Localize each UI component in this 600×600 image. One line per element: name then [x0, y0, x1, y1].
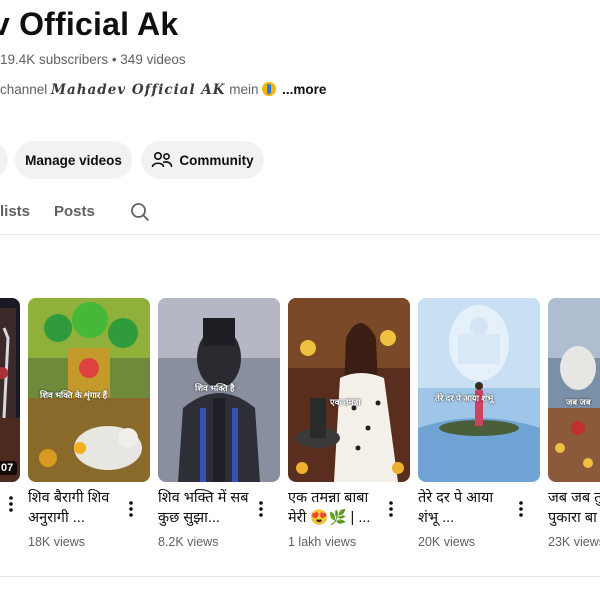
people-icon	[152, 151, 173, 168]
channel-description[interactable]: channel Mahadev Official AK mein ...more	[0, 82, 326, 98]
desc-suffix: mein	[225, 82, 259, 97]
video-views: 23K views	[548, 535, 600, 549]
community-button[interactable]: Community	[141, 141, 264, 179]
thumbnail-overlay-text: शिव भक्ति के शृंगार हैं	[40, 390, 108, 400]
video-views: 1 lakh views	[288, 535, 357, 549]
video-views: 8.2K views	[158, 535, 219, 549]
meta-separator: •	[108, 52, 121, 67]
video-views: 18K views	[28, 535, 85, 549]
manage-videos-button[interactable]: Manage videos	[15, 141, 132, 179]
video-count: 349 videos	[120, 52, 186, 67]
more-vert-icon[interactable]	[518, 500, 524, 518]
video-thumbnail-5[interactable]	[548, 298, 600, 482]
video-title[interactable]: जब जब तु पुकारा बा	[548, 488, 600, 528]
community-label: Community	[179, 152, 254, 168]
video-thumbnail-3[interactable]	[288, 298, 410, 482]
desc-prefix: channel	[0, 82, 52, 97]
search-icon[interactable]	[130, 202, 150, 222]
duration-badge: 07	[0, 461, 18, 475]
more-vert-icon[interactable]	[8, 495, 14, 513]
tab-playlists[interactable]: lists	[0, 203, 30, 220]
video-title[interactable]: एक तमन्ना बाबा मेरी 😍🌿 | ...	[288, 488, 384, 528]
video-title[interactable]: शिव भक्ति में सब कुछ सुझा...	[158, 488, 254, 528]
folded-hands-icon	[262, 82, 277, 96]
more-vert-icon[interactable]	[258, 500, 264, 518]
thumbnail-overlay-text: जब जब	[566, 397, 591, 407]
video-thumbnail-0[interactable]	[0, 298, 20, 482]
video-title[interactable]: तेरे दर पे आया शंभू ...	[418, 488, 514, 528]
channel-name: v Official Ak	[0, 6, 179, 42]
more-vert-icon[interactable]	[388, 500, 394, 518]
video-title[interactable]: शिव बैरागी शिव अनुरागी ...	[28, 488, 124, 528]
thumbnail-overlay-text: एक तमन्ना	[330, 397, 361, 407]
channel-meta: 19.4K subscribers • 349 videos	[0, 52, 186, 67]
section-divider	[0, 576, 600, 577]
customize-channel-button[interactable]	[0, 141, 8, 179]
more-link[interactable]: ...more	[282, 82, 326, 97]
more-vert-icon[interactable]	[128, 500, 134, 518]
thumbnail-overlay-text: शिव भक्ति है	[195, 383, 235, 393]
video-views: 20K views	[418, 535, 475, 549]
tabs-divider	[0, 234, 600, 235]
tab-posts[interactable]: Posts	[54, 203, 95, 220]
subscriber-count: 19.4K subscribers	[0, 52, 109, 67]
thumbnail-overlay-text: तेरे दर पे आया शंभू	[435, 393, 494, 403]
desc-channel-name: Mahadev Official AK	[51, 82, 226, 98]
video-thumbnail-4[interactable]	[418, 298, 540, 482]
